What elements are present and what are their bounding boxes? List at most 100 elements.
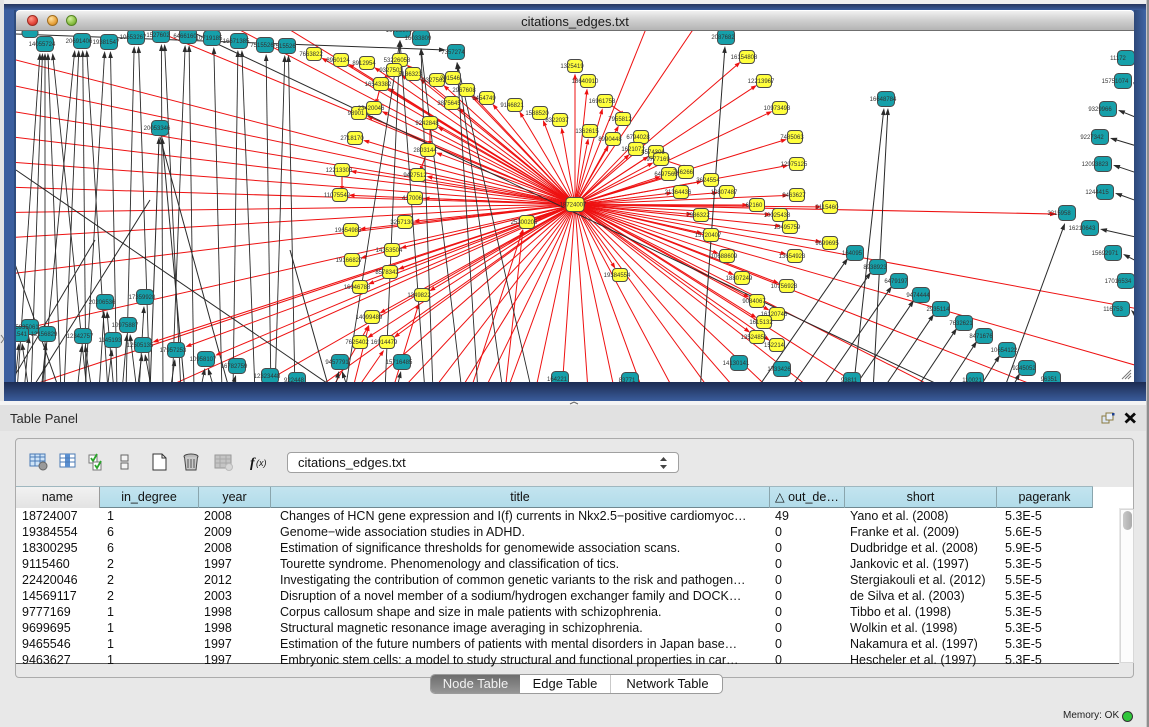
svg-text:19166827: 19166827 bbox=[336, 258, 363, 264]
svg-text:13654923: 13654923 bbox=[779, 254, 806, 260]
svg-text:2967608: 2967608 bbox=[452, 88, 476, 94]
svg-text:9463627: 9463627 bbox=[782, 193, 806, 199]
svg-text:13524851: 13524851 bbox=[741, 335, 768, 341]
svg-text:8912954: 8912954 bbox=[352, 61, 376, 67]
svg-text:12505135: 12505135 bbox=[127, 343, 154, 349]
svg-text:10654122: 10654122 bbox=[991, 348, 1018, 354]
svg-text:7357274: 7357274 bbox=[441, 50, 465, 56]
svg-text:7986322: 7986322 bbox=[686, 213, 710, 219]
svg-text:8186323: 8186323 bbox=[398, 72, 422, 78]
svg-text:7663822: 7663822 bbox=[299, 52, 323, 58]
svg-text:10756928: 10756928 bbox=[771, 284, 798, 290]
svg-text:16033809: 16033809 bbox=[386, 31, 413, 34]
svg-text:8990448: 8990448 bbox=[598, 137, 622, 143]
svg-text:12323448: 12323448 bbox=[254, 374, 281, 380]
svg-text:2803144: 2803144 bbox=[413, 148, 437, 154]
svg-text:10975887: 10975887 bbox=[112, 323, 139, 329]
svg-text:7625402: 7625402 bbox=[345, 340, 369, 346]
svg-text:7515526: 7515526 bbox=[272, 44, 296, 50]
svg-text:1145193: 1145193 bbox=[99, 338, 123, 344]
svg-text:15692971: 15692971 bbox=[1092, 251, 1119, 257]
svg-text:7515526: 7515526 bbox=[250, 43, 274, 49]
svg-text:12975125: 12975125 bbox=[781, 162, 808, 168]
svg-text:10025438: 10025438 bbox=[764, 213, 791, 219]
svg-text:116753: 116753 bbox=[1103, 307, 1123, 313]
svg-text:2718170: 2718170 bbox=[340, 136, 364, 142]
svg-text:16914479: 16914479 bbox=[371, 340, 398, 346]
svg-text:1244415: 1244415 bbox=[1085, 190, 1109, 196]
svg-text:62160: 62160 bbox=[746, 203, 763, 209]
svg-text:10719185: 10719185 bbox=[196, 36, 223, 42]
svg-text:14353504: 14353504 bbox=[376, 248, 403, 254]
svg-text:83771: 83771 bbox=[619, 378, 636, 382]
svg-text:16543382: 16543382 bbox=[365, 82, 392, 88]
svg-text:15720407: 15720407 bbox=[695, 233, 722, 239]
svg-text:6479197: 6479197 bbox=[884, 279, 908, 285]
svg-text:10653267: 10653267 bbox=[120, 35, 147, 41]
svg-text:17359928: 17359928 bbox=[129, 295, 156, 301]
svg-text:17016534: 17016534 bbox=[1105, 279, 1132, 285]
svg-text:15716485: 15716485 bbox=[386, 360, 413, 366]
svg-text:15751074: 15751074 bbox=[1102, 79, 1129, 85]
svg-text:8938923: 8938923 bbox=[863, 265, 887, 271]
svg-text:14130141: 14130141 bbox=[723, 361, 750, 367]
svg-text:10688609: 10688609 bbox=[711, 254, 738, 260]
svg-text:8578342: 8578342 bbox=[375, 270, 399, 276]
svg-text:10958107: 10958107 bbox=[190, 357, 217, 363]
svg-text:9329966: 9329966 bbox=[1088, 107, 1112, 113]
svg-text:12342757: 12342757 bbox=[67, 334, 94, 340]
svg-text:9146821: 9146821 bbox=[500, 103, 524, 109]
svg-text:16120746: 16120746 bbox=[761, 312, 788, 318]
svg-text:12156829: 12156829 bbox=[31, 332, 58, 338]
svg-text:18724007: 18724007 bbox=[560, 203, 587, 209]
svg-text:1615132: 1615132 bbox=[749, 320, 773, 326]
svg-text:9777169: 9777169 bbox=[646, 157, 670, 163]
svg-text:9242848: 9242848 bbox=[415, 121, 439, 127]
svg-text:16961758: 16961758 bbox=[589, 99, 616, 105]
svg-text:16210643: 16210643 bbox=[1069, 226, 1096, 232]
svg-text:417006: 417006 bbox=[402, 196, 423, 202]
svg-text:(x): (x) bbox=[256, 458, 267, 468]
svg-text:7632621: 7632621 bbox=[949, 321, 973, 327]
svg-text:14099489: 14099489 bbox=[356, 315, 383, 321]
svg-text:4574306: 4574306 bbox=[641, 150, 665, 156]
svg-text:9115460: 9115460 bbox=[816, 205, 840, 211]
svg-text:12213967: 12213967 bbox=[748, 79, 775, 85]
svg-text:10807487: 10807487 bbox=[711, 190, 738, 196]
svg-text:8322037: 8322037 bbox=[545, 118, 569, 124]
svg-text:9084067: 9084067 bbox=[742, 299, 766, 305]
svg-text:7485063: 7485063 bbox=[780, 135, 804, 141]
svg-text:19381547: 19381547 bbox=[93, 40, 120, 46]
svg-text:201546: 201546 bbox=[440, 76, 461, 82]
svg-text:53226058: 53226058 bbox=[384, 58, 411, 64]
svg-text:9474444: 9474444 bbox=[906, 293, 930, 299]
svg-text:922448: 922448 bbox=[284, 378, 305, 382]
svg-text:2087682: 2087682 bbox=[711, 35, 735, 41]
svg-text:14055724: 14055724 bbox=[29, 42, 56, 48]
svg-text:5935061: 5935061 bbox=[16, 325, 39, 331]
svg-text:3624554: 3624554 bbox=[696, 178, 720, 184]
svg-text:164221: 164221 bbox=[547, 377, 568, 382]
svg-text:152214: 152214 bbox=[764, 343, 785, 349]
svg-text:1362615: 1362615 bbox=[575, 129, 599, 135]
svg-text:6497568: 6497568 bbox=[654, 172, 678, 178]
svg-text:19654985: 19654985 bbox=[335, 228, 362, 234]
svg-text:12093823: 12093823 bbox=[1082, 162, 1109, 168]
svg-text:1349822: 1349822 bbox=[407, 293, 431, 299]
svg-text:18807249: 18807249 bbox=[726, 276, 753, 282]
svg-text:17957253: 17957253 bbox=[160, 348, 187, 354]
svg-text:3267130: 3267130 bbox=[390, 220, 414, 226]
svg-text:9427512: 9427512 bbox=[403, 173, 427, 179]
svg-text:3875645: 3875645 bbox=[437, 101, 461, 107]
svg-text:2935114: 2935114 bbox=[927, 307, 951, 313]
svg-text:164095: 164095 bbox=[842, 251, 863, 257]
svg-text:16033809: 16033809 bbox=[405, 36, 432, 42]
svg-text:1588520: 1588520 bbox=[525, 111, 549, 117]
svg-text:8454749: 8454749 bbox=[472, 96, 496, 102]
svg-text:18640910: 18640910 bbox=[572, 79, 599, 85]
svg-text:96351: 96351 bbox=[1041, 377, 1058, 382]
svg-text:20206536: 20206536 bbox=[89, 300, 116, 306]
svg-text:110021: 110021 bbox=[962, 378, 982, 382]
svg-text:3215958: 3215958 bbox=[1047, 211, 1071, 217]
svg-text:6794028: 6794028 bbox=[626, 135, 650, 141]
